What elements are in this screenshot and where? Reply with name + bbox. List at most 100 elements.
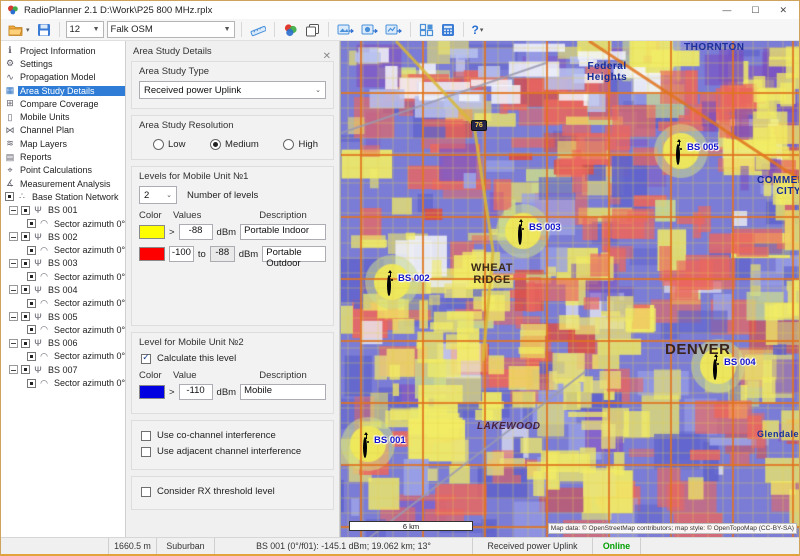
- checkbox-icon[interactable]: [21, 312, 30, 321]
- coverage-colors-button[interactable]: [281, 21, 300, 39]
- tree-node-bs-007[interactable]: ΨBS 007: [1, 363, 125, 376]
- radio-icon[interactable]: [153, 139, 164, 150]
- radio-icon[interactable]: [210, 139, 221, 150]
- adjacent-channel-row[interactable]: Use adjacent channel interference: [141, 446, 324, 457]
- mobile-description-input[interactable]: Mobile: [240, 384, 326, 400]
- bs-marker-bs-002[interactable]: BS 002: [387, 277, 391, 295]
- tree-node-sector-of-bs-004[interactable]: ◠Sector azimuth 0°/f04: [1, 297, 125, 310]
- checkbox-icon[interactable]: [27, 352, 36, 361]
- export-report-button[interactable]: [383, 21, 404, 39]
- collapse-icon[interactable]: [9, 312, 18, 321]
- collapse-icon[interactable]: [9, 365, 18, 374]
- close-button[interactable]: ✕: [779, 5, 787, 15]
- status-cell-filler: [641, 538, 799, 554]
- sidebar-item-propagation-model[interactable]: ∿Propagation Model: [1, 71, 125, 84]
- minimize-button[interactable]: —: [722, 5, 731, 15]
- collapse-icon[interactable]: [9, 285, 18, 294]
- level2-to-input[interactable]: -88: [210, 246, 235, 262]
- duplicate-window-button[interactable]: [303, 21, 322, 39]
- save-file-button[interactable]: [35, 21, 53, 39]
- rx-threshold-row[interactable]: Consider RX threshold level: [141, 486, 324, 497]
- sidebar-item-mobile-units[interactable]: ▯Mobile Units: [1, 110, 125, 123]
- help-button[interactable]: ? ▾: [470, 21, 486, 39]
- checkbox-icon[interactable]: [21, 365, 30, 374]
- checkbox-icon[interactable]: [27, 379, 36, 388]
- adjacent-channel-checkbox[interactable]: [141, 447, 151, 457]
- collapse-icon[interactable]: [9, 232, 18, 241]
- area-study-type-select[interactable]: Received power Uplink ⌄: [139, 81, 326, 99]
- checkbox-icon[interactable]: [27, 325, 36, 334]
- calculator-button[interactable]: [439, 21, 457, 39]
- sidebar-item-reports[interactable]: ▤Reports: [1, 150, 125, 163]
- bs-marker-bs-004[interactable]: BS 004: [713, 361, 717, 379]
- resolution-option-low[interactable]: Low: [153, 139, 185, 150]
- tree-node-bs-004[interactable]: ΨBS 004: [1, 283, 125, 296]
- tree-node-sector-of-bs-002[interactable]: ◠Sector azimuth 0°/f02: [1, 243, 125, 256]
- export-coverage-button[interactable]: [359, 21, 380, 39]
- sidebar-item-area-study-details[interactable]: ▦Area Study Details: [1, 84, 125, 97]
- tree-node-bs-003[interactable]: ΨBS 003: [1, 257, 125, 270]
- checkbox-icon[interactable]: [21, 232, 30, 241]
- color-swatch[interactable]: [139, 385, 165, 399]
- tree-node-bs-005[interactable]: ΨBS 005: [1, 310, 125, 323]
- tower-icon: Ψ: [33, 258, 43, 268]
- ruler-button[interactable]: [248, 21, 268, 39]
- checkbox-icon[interactable]: [21, 285, 30, 294]
- sidebar-item-project-information[interactable]: ℹProject Information: [1, 44, 125, 57]
- checkbox-icon[interactable]: [21, 339, 30, 348]
- tree-node-sector-of-bs-007[interactable]: ◠Sector azimuth 0°/f02: [1, 376, 125, 389]
- collapse-icon[interactable]: [9, 206, 18, 215]
- sidebar-item-channel-plan[interactable]: ⋈Channel Plan: [1, 124, 125, 137]
- resolution-option-medium[interactable]: Medium: [210, 139, 259, 150]
- tree-node-base-station-network[interactable]: ∴Base Station Network: [1, 190, 125, 203]
- tree-node-sector-of-bs-003[interactable]: ◠Sector azimuth 0°/f03: [1, 270, 125, 283]
- calculate-level-row[interactable]: Calculate this level: [141, 353, 324, 364]
- color-swatch[interactable]: [139, 247, 165, 261]
- tree-node-bs-001[interactable]: ΨBS 001: [1, 204, 125, 217]
- tree-node-sector-of-bs-005[interactable]: ◠Sector azimuth 0°/f05: [1, 323, 125, 336]
- checkbox-icon[interactable]: [27, 219, 36, 228]
- bs-marker-bs-005[interactable]: BS 005: [676, 146, 680, 164]
- tree-node-bs-006[interactable]: ΨBS 006: [1, 337, 125, 350]
- level1-value-input[interactable]: -88: [179, 224, 213, 240]
- map-style-select[interactable]: Falk OSM ▼: [107, 21, 235, 38]
- levels-count-select[interactable]: 2 ⌄: [139, 186, 177, 204]
- maximize-button[interactable]: ☐: [751, 5, 759, 15]
- checkbox-icon[interactable]: [27, 299, 36, 308]
- export-map-button[interactable]: [335, 21, 356, 39]
- co-channel-row[interactable]: Use co-channel interference: [141, 430, 324, 441]
- rx-threshold-checkbox[interactable]: [141, 487, 151, 497]
- font-size-select[interactable]: 12 ▼: [66, 21, 104, 38]
- calculate-level-checkbox[interactable]: [141, 354, 151, 364]
- checkbox-icon[interactable]: [21, 259, 30, 268]
- panel-close-icon[interactable]: ✕: [323, 51, 331, 62]
- level2-description-input[interactable]: Portable Outdoor: [262, 246, 326, 262]
- checkbox-icon[interactable]: [27, 272, 36, 281]
- collapse-icon[interactable]: [9, 259, 18, 268]
- coverage-map[interactable]: THORNTONFederal HeightsCOMMERCE CITYWHEA…: [340, 41, 799, 537]
- coverage-map-canvas[interactable]: [341, 41, 799, 537]
- tree-node-bs-002[interactable]: ΨBS 002: [1, 230, 125, 243]
- resolution-option-high[interactable]: High: [283, 139, 318, 150]
- sidebar-item-map-layers[interactable]: ≋Map Layers: [1, 137, 125, 150]
- bs-marker-bs-003[interactable]: BS 003: [518, 226, 522, 244]
- level2-from-input[interactable]: -100: [169, 246, 194, 262]
- co-channel-checkbox[interactable]: [141, 431, 151, 441]
- collapse-icon[interactable]: [9, 339, 18, 348]
- open-file-button[interactable]: ▾: [6, 21, 32, 39]
- bs-marker-bs-001[interactable]: BS 001: [363, 439, 367, 457]
- tile-windows-button[interactable]: [417, 21, 436, 39]
- tree-node-sector-of-bs-006[interactable]: ◠Sector azimuth 0°/f01: [1, 350, 125, 363]
- radio-icon[interactable]: [283, 139, 294, 150]
- checkbox-icon[interactable]: [21, 206, 30, 215]
- sidebar-item-measurement-analysis[interactable]: ∡Measurement Analysis: [1, 177, 125, 190]
- checkbox-icon[interactable]: [5, 192, 14, 201]
- color-swatch[interactable]: [139, 225, 165, 239]
- mobile-value-input[interactable]: -110: [179, 384, 213, 400]
- tree-node-sector-of-bs-001[interactable]: ◠Sector azimuth 0°/f01: [1, 217, 125, 230]
- sidebar-item-compare-coverage[interactable]: ⊞Compare Coverage: [1, 97, 125, 110]
- checkbox-icon[interactable]: [27, 246, 36, 255]
- sidebar-item-point-calculations[interactable]: ⌖Point Calculations: [1, 164, 125, 177]
- level1-description-input[interactable]: Portable Indoor: [240, 224, 326, 240]
- sidebar-item-settings[interactable]: ⚙Settings: [1, 57, 125, 70]
